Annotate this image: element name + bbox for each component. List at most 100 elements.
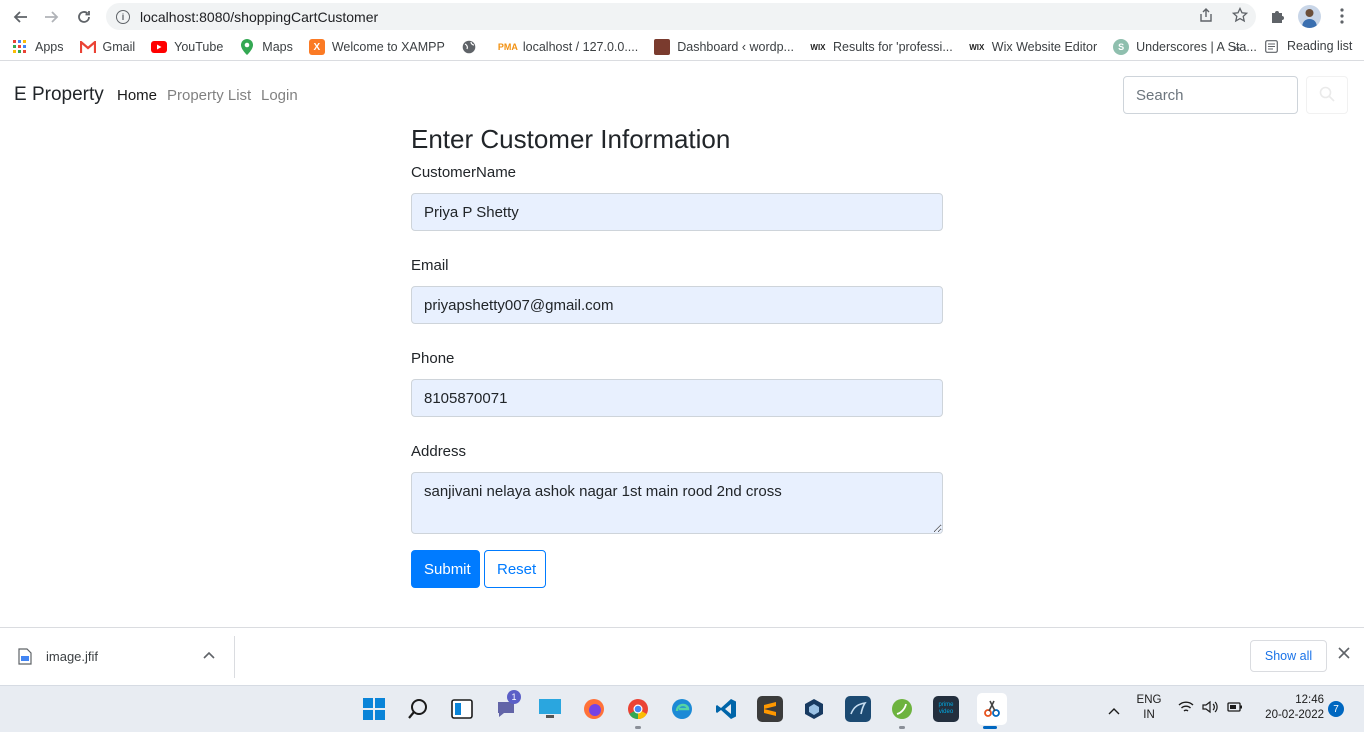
volume-icon[interactable] [1202,700,1218,719]
browser-menu-icon[interactable] [1334,4,1350,28]
spring-tool-suite-icon[interactable] [889,696,915,722]
wordpress-icon [654,39,671,55]
email-input[interactable] [411,286,943,324]
bookmark-label: Results for 'professi... [832,40,953,54]
chevron-up-icon[interactable] [1108,702,1120,720]
nav-link-home[interactable]: Home [117,87,157,104]
search-input[interactable] [1123,76,1298,114]
bookmark-label: Maps [262,40,293,54]
bookmark-xampp[interactable]: X Welcome to XAMPP [308,39,445,55]
bookmark-star-icon[interactable] [1231,6,1249,27]
url-text: localhost:8080/shoppingCartCustomer [140,8,379,25]
address-label: Address [411,443,467,460]
download-shelf: image.jfif Show all [0,627,1364,685]
divider [234,636,235,678]
vscode-icon[interactable] [713,696,739,722]
wix-icon: WIX [969,42,985,52]
chevron-up-icon[interactable] [203,646,215,662]
chrome-icon[interactable] [625,696,651,722]
email-label: Email [411,257,449,274]
task-view-icon[interactable] [449,696,475,722]
active-indicator [983,726,997,729]
app-navbar: E Property Home Property List Login [0,67,1364,123]
windows-start-icon[interactable] [361,696,387,722]
maps-icon [239,39,255,55]
desktop-app-icon[interactable] [537,696,563,722]
bookmark-label: Gmail [102,40,136,54]
nav-link-login[interactable]: Login [261,87,298,104]
bookmark-phpmyadmin[interactable]: PMA localhost / 127.0.0.... [497,39,638,55]
search-icon [1319,86,1335,105]
customer-form: Enter Customer Information CustomerName … [411,122,943,588]
bookmark-label: Apps [35,40,64,54]
close-icon[interactable] [1338,646,1350,664]
gmail-icon [79,39,96,55]
bookmark-wix-editor[interactable]: WIX Wix Website Editor [969,39,1097,55]
chat-badge: 1 [507,690,521,704]
page-title: Enter Customer Information [411,124,731,154]
bookmark-youtube[interactable]: YouTube [151,39,223,55]
firefox-icon[interactable] [581,696,607,722]
phone-label: Phone [411,350,455,367]
phone-input[interactable] [411,379,943,417]
more-bookmarks-chevron-icon[interactable]: » [1233,40,1240,55]
share-icon[interactable] [1198,7,1214,27]
battery-icon[interactable] [1226,700,1244,719]
reset-button[interactable]: Reset [484,550,546,588]
show-all-button[interactable]: Show all [1250,640,1327,672]
running-indicator [635,726,641,729]
file-icon [18,648,32,665]
address-bar[interactable]: i localhost:8080/shoppingCartCustomer [106,3,1256,30]
notification-badge[interactable]: 7 [1328,701,1344,717]
search-button[interactable] [1306,76,1348,114]
extensions-puzzle-icon[interactable] [1268,4,1288,28]
youtube-icon [151,39,168,55]
address-textarea[interactable]: sanjivani nelaya ashok nagar 1st main ro… [411,472,943,534]
customer-name-label: CustomerName [411,164,517,181]
windows-taskbar: 1 prime video ENG IN 12:46 20-02-2022 7 [0,685,1364,732]
customer-name-input[interactable] [411,193,943,231]
download-item[interactable]: image.jfif [18,648,98,665]
download-filename: image.jfif [46,649,99,664]
reading-list-button[interactable]: Reading list [1265,39,1352,53]
globe-icon [461,39,477,55]
bookmark-wix-results[interactable]: WIX Results for 'professi... [810,39,953,55]
nav-link-property-list[interactable]: Property List [167,87,251,104]
site-info-icon[interactable]: i [116,9,130,24]
bookmark-gmail[interactable]: Gmail [79,39,136,55]
bookmark-label: Wix Website Editor [991,40,1098,54]
bookmark-wordpress[interactable]: Dashboard ‹ wordp... [654,39,794,55]
xampp-icon: X [308,39,325,55]
clock-time: 12:46 [1295,694,1324,706]
language-code: ENG [1136,694,1162,706]
bookmark-apps[interactable]: Apps [12,39,64,55]
teams-chat-icon[interactable]: 1 [493,690,521,722]
virtualbox-icon[interactable] [801,696,827,722]
clock-date: 20-02-2022 [1265,709,1324,721]
profile-avatar[interactable] [1298,5,1321,28]
prime-video-logo: prime video [938,702,954,715]
bookmark-maps[interactable]: Maps [239,39,293,55]
wifi-icon[interactable] [1178,700,1194,719]
forward-arrow-icon[interactable] [38,3,66,31]
phpmyadmin-icon: PMA [497,42,518,52]
language-indicator[interactable]: ENG IN [1134,694,1164,721]
region-code: IN [1143,709,1155,721]
mysql-workbench-icon[interactable] [845,696,871,722]
bookmark-globe[interactable] [461,39,484,55]
wix-icon: WIX [810,42,826,52]
browser-toolbar: i localhost:8080/shoppingCartCustomer [0,0,1364,34]
navbar-brand[interactable]: E Property [14,84,104,106]
submit-button[interactable]: Submit [411,550,480,588]
search-icon[interactable] [405,696,431,722]
prime-video-icon[interactable]: prime video [933,696,959,722]
reading-list-label: Reading list [1287,39,1353,53]
back-arrow-icon[interactable] [6,3,34,31]
snipping-tool-icon[interactable] [977,693,1007,725]
sublime-text-icon[interactable] [757,696,783,722]
edge-icon[interactable] [669,696,695,722]
bookmark-label: YouTube [174,40,224,54]
reload-icon[interactable] [70,3,98,31]
apps-grid-icon [12,39,28,55]
clock[interactable]: 12:46 20-02-2022 [1256,694,1324,721]
